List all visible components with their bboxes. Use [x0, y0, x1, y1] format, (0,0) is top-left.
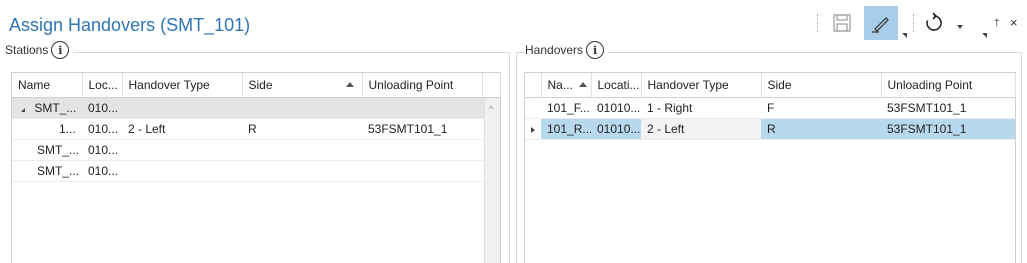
vertical-scrollbar[interactable]: ^: [484, 98, 500, 263]
row-indicator-cell: [525, 118, 541, 140]
handover-type-cell: [122, 139, 242, 161]
unloading-point-cell: [362, 139, 482, 161]
refresh-button[interactable]: [917, 6, 951, 40]
side-cell: R: [242, 118, 362, 140]
refresh-icon: [926, 12, 942, 31]
column-header-filler: [482, 73, 501, 98]
column-header-unloading-point[interactable]: Unloading Point: [362, 73, 483, 98]
name-cell: SMT_...: [12, 160, 82, 182]
column-header-side-label: Side: [248, 77, 273, 92]
column-header-side[interactable]: Side: [242, 73, 363, 98]
unloading-point-cell: [362, 97, 482, 119]
info-icon[interactable]: i: [51, 41, 70, 59]
group-divider: [516, 52, 517, 263]
handovers-grid[interactable]: Na... Locati... Handover Type Side Unloa…: [524, 72, 1016, 263]
stations-header-row: Name Loc... Handover Type Side Unloading…: [12, 73, 501, 98]
table-row[interactable]: SMT_... 010...: [12, 97, 500, 119]
name-cell: SMT_...: [12, 139, 82, 161]
name-cell: 1...: [12, 118, 82, 140]
group-border-right: [1021, 52, 1022, 263]
pencil-icon: [872, 17, 889, 33]
refresh-dropdown-icon[interactable]: [957, 25, 963, 29]
table-row-selected[interactable]: 101_R... 01010... 2 - Left R 53FSMT101_1: [525, 118, 1015, 140]
column-header-unloading-point[interactable]: Unloading Point: [881, 73, 1016, 98]
location-cell: 010...: [82, 139, 122, 161]
side-cell: [242, 139, 362, 161]
stations-label: Stations: [5, 43, 49, 57]
row-indicator-cell: [525, 97, 541, 119]
save-button[interactable]: [825, 6, 859, 40]
column-header-location[interactable]: Loc...: [82, 73, 123, 98]
title-bar: Assign Handovers (SMT_101) † ×: [0, 0, 1027, 44]
pin-icon[interactable]: †: [994, 18, 1000, 29]
sort-ascending-icon: [578, 82, 587, 87]
location-cell: 010...: [82, 118, 122, 140]
handovers-label: Handovers: [525, 43, 584, 57]
stations-grid[interactable]: Name Loc... Handover Type Side Unloading…: [11, 72, 501, 263]
handover-type-cell: 2 - Left: [122, 118, 242, 140]
handover-type-cell: [122, 160, 242, 182]
save-icon: [833, 14, 851, 32]
scroll-up-icon[interactable]: ^: [489, 104, 493, 114]
sort-ascending-icon: [345, 82, 354, 87]
name-value: SMT_...: [34, 100, 77, 115]
unloading-point-cell: 53FSMT101_1: [881, 118, 1015, 140]
edit-button[interactable]: [864, 6, 898, 40]
toolbar: † ×: [807, 6, 1027, 40]
table-row[interactable]: 101_F... 01010... 1 - Right F 53FSMT101_…: [525, 97, 1015, 119]
name-cell: 101_R...: [541, 118, 591, 140]
column-header-location[interactable]: Locati...: [591, 73, 642, 98]
side-cell: R: [761, 118, 881, 140]
name-cell: 101_F...: [541, 97, 591, 119]
column-header-name-label: Na...: [547, 77, 573, 92]
side-cell: [242, 160, 362, 182]
collapse-icon[interactable]: [18, 107, 25, 112]
location-cell: 01010...: [591, 97, 641, 119]
handover-type-cell: 1 - Right: [641, 97, 761, 119]
handover-type-cell: [122, 97, 242, 119]
column-header-handover-type[interactable]: Handover Type: [122, 73, 243, 98]
location-cell: 01010...: [591, 118, 641, 140]
page-title: Assign Handovers (SMT_101): [9, 15, 251, 35]
side-cell: [242, 97, 362, 119]
unloading-point-cell: 53FSMT101_1: [881, 97, 1015, 119]
location-cell: 010...: [82, 160, 122, 182]
column-header-name[interactable]: Name: [12, 73, 83, 98]
toolbar-separator: [817, 14, 818, 32]
column-header-side[interactable]: Side: [761, 73, 882, 98]
name-cell: SMT_...: [12, 97, 82, 119]
handover-type-cell: 2 - Left: [641, 118, 761, 140]
handovers-group-header: Handovers i: [525, 41, 609, 59]
handovers-header-row: Na... Locati... Handover Type Side Unloa…: [525, 73, 1016, 98]
current-row-icon: [531, 126, 535, 133]
column-header-name[interactable]: Na...: [541, 73, 592, 98]
table-row[interactable]: SMT_... 010...: [12, 139, 500, 161]
unloading-point-cell: 53FSMT101_1: [362, 118, 482, 140]
column-header-handover-type[interactable]: Handover Type: [641, 73, 762, 98]
row-indicator-header: [525, 73, 542, 98]
unloading-point-cell: [362, 160, 482, 182]
stations-group-header: Stations i: [5, 41, 74, 59]
table-row[interactable]: SMT_... 010...: [12, 160, 500, 182]
side-cell: F: [761, 97, 881, 119]
group-divider: [509, 52, 510, 263]
info-icon[interactable]: i: [586, 41, 605, 59]
toolbar-separator: [913, 14, 914, 32]
table-row[interactable]: 1... 010... 2 - Left R 53FSMT101_1: [12, 118, 500, 140]
options-dropdown-icon[interactable]: [982, 33, 987, 38]
close-icon[interactable]: ×: [1010, 15, 1018, 30]
location-cell: 010...: [82, 97, 122, 119]
edit-dropdown-icon[interactable]: [902, 33, 907, 38]
